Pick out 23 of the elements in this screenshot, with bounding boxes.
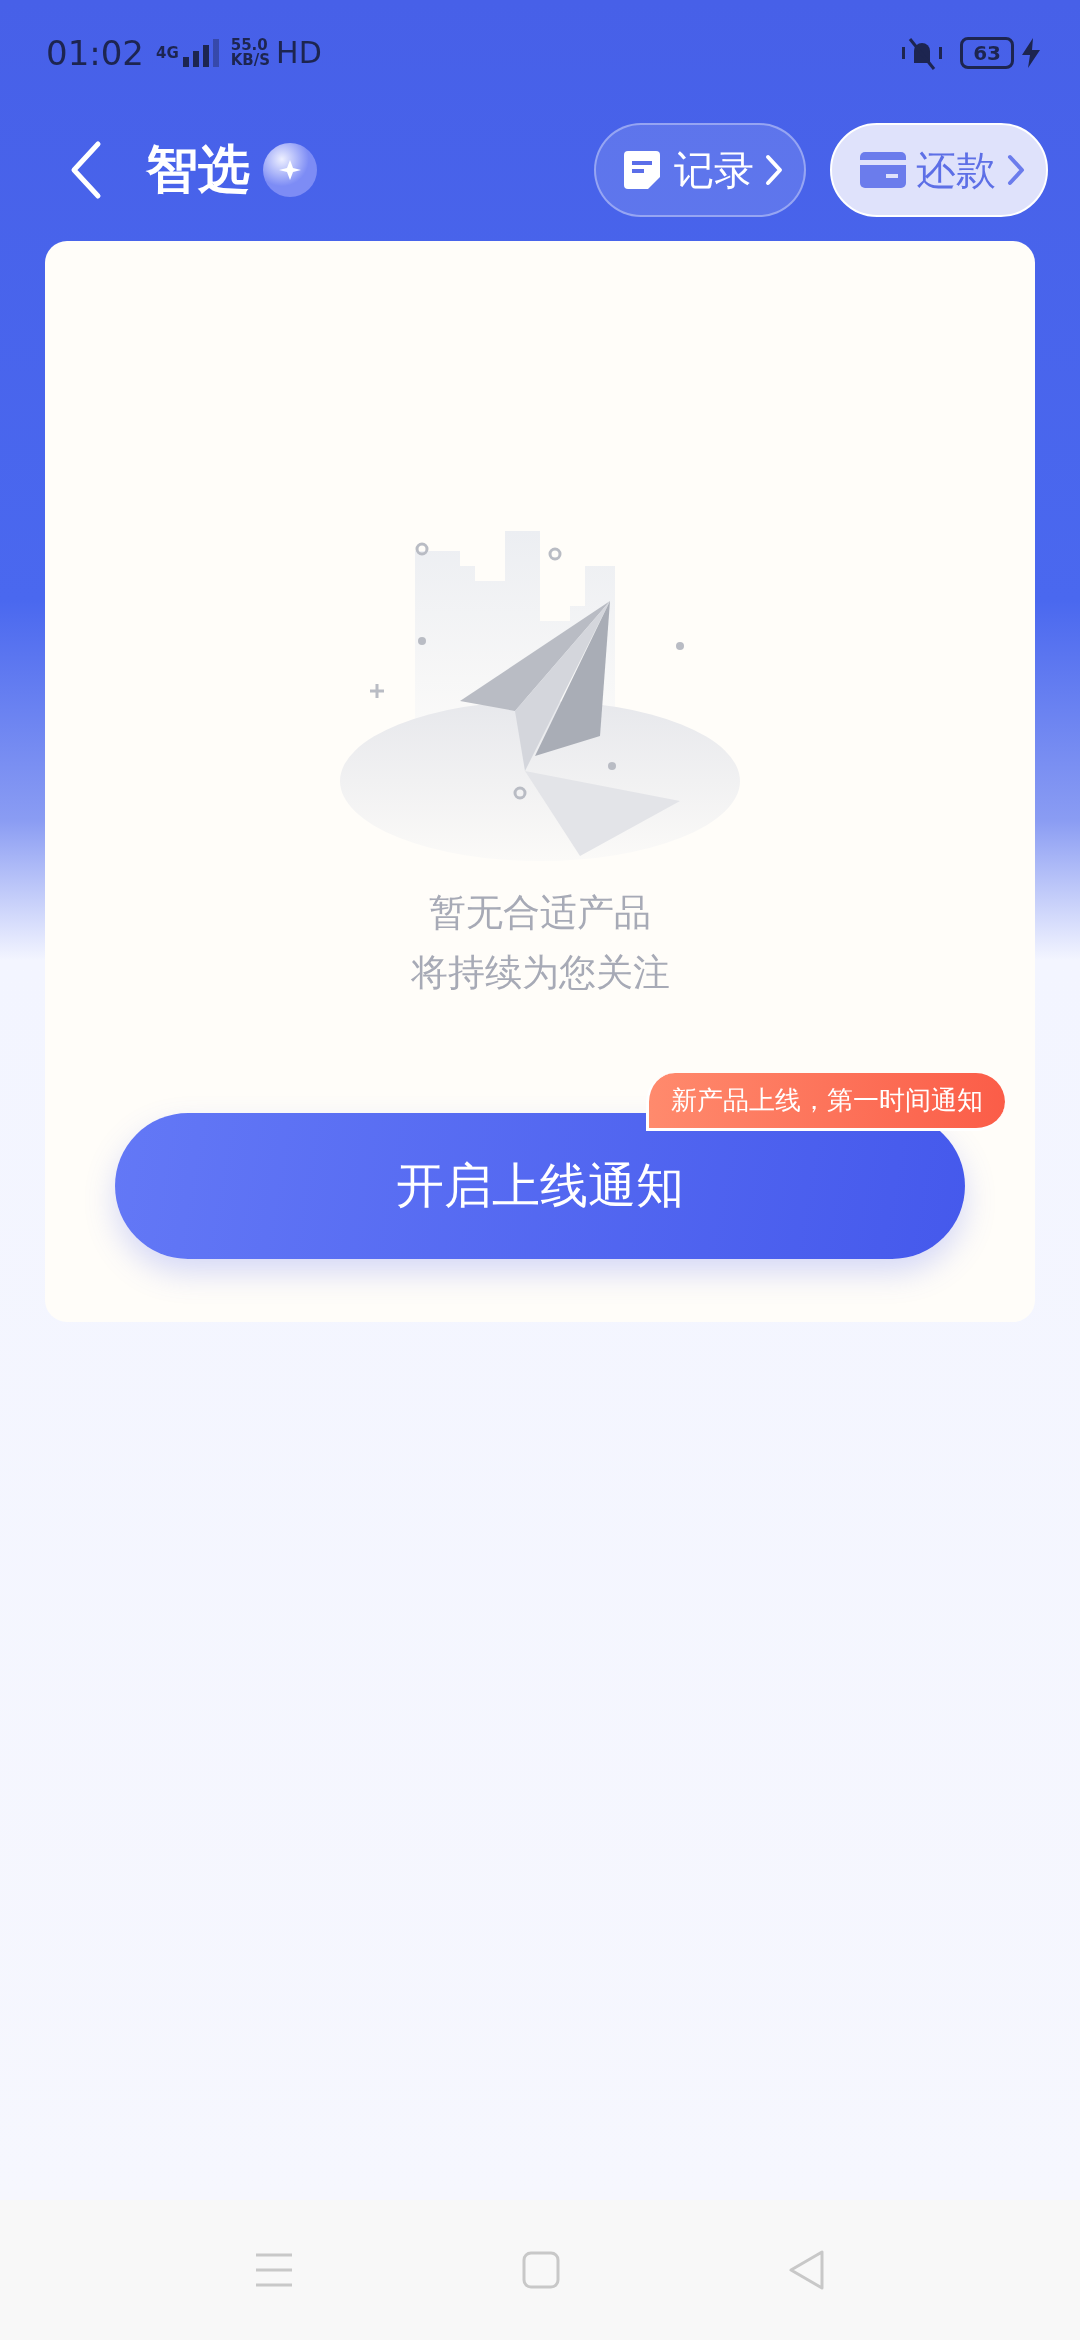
empty-message: 将持续为您关注 bbox=[410, 950, 670, 996]
empty-message: 暂无合适产品 bbox=[429, 890, 651, 936]
chevron-icon bbox=[1006, 153, 1026, 187]
back-icon[interactable] bbox=[70, 140, 102, 200]
speed-unit: KB/S bbox=[230, 52, 271, 68]
record-button[interactable]: 记录 bbox=[594, 123, 806, 217]
home-icon[interactable] bbox=[522, 2251, 560, 2289]
hd-label: HD bbox=[276, 35, 322, 70]
notice-badge: 新产品上线，第一时间通知 bbox=[646, 1073, 1005, 1131]
signal-icon bbox=[182, 38, 219, 67]
menu-icon[interactable] bbox=[254, 2252, 294, 2288]
notify-button[interactable]: 开启上线通知 bbox=[115, 1113, 965, 1259]
battery-level: 63 bbox=[960, 36, 1014, 69]
status-time: 01:02 bbox=[46, 32, 144, 73]
repay-button[interactable]: 还款 bbox=[830, 123, 1048, 217]
card-icon bbox=[860, 152, 906, 188]
network-type: 4G bbox=[156, 43, 179, 62]
charging-icon bbox=[1022, 37, 1040, 68]
sparkle-icon bbox=[262, 142, 318, 198]
chevron-icon bbox=[764, 153, 784, 187]
page-title: 智选 bbox=[146, 138, 250, 201]
speed-value: 55.0 bbox=[230, 37, 268, 53]
back-nav-icon[interactable] bbox=[788, 2249, 826, 2291]
